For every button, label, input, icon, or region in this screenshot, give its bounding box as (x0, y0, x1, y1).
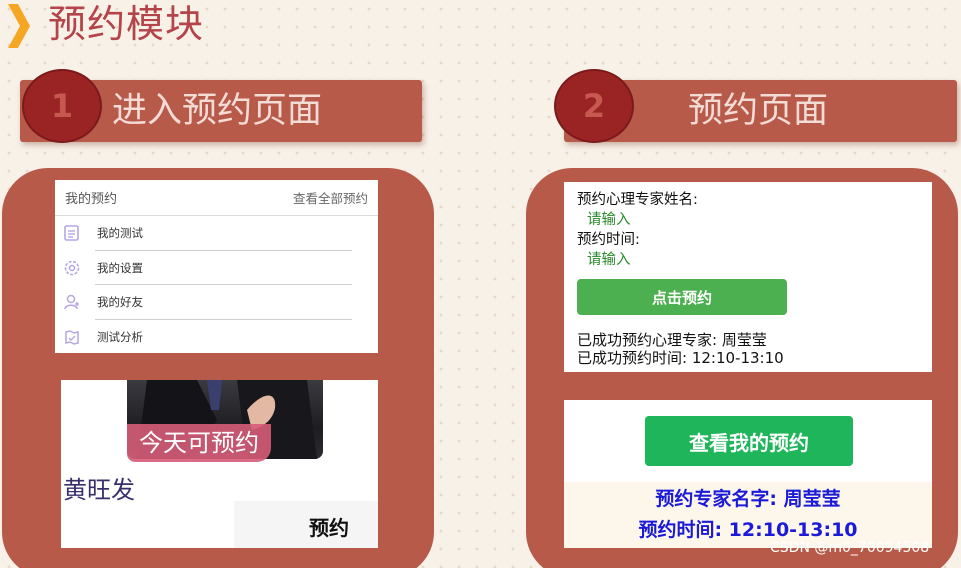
watermark: CSDN @m0_70094508 (770, 540, 930, 556)
step-2-badge: 2 (554, 69, 634, 143)
step-2-label: 预约页面 (688, 91, 829, 131)
page-title: 预约模块 (48, 2, 205, 46)
submit-booking-button[interactable]: 点击预约 (577, 279, 787, 315)
menu-item-label: 我的测试 (97, 226, 143, 241)
view-my-booking-label: 查看我的预约 (689, 430, 809, 455)
booking-time-line: 预约时间: 12:10-13:10 (638, 519, 858, 541)
booking-expert-line: 预约专家名字: 周莹莹 (655, 488, 841, 510)
expert-name-input[interactable]: 请输入 (587, 210, 631, 230)
settings-icon (64, 260, 80, 276)
my-appointments-card: 我的预约 查看全部预约 我的测试 我的设置 我的好友 测试分析 (55, 180, 378, 353)
menu-item-label: 我的设置 (97, 260, 143, 275)
view-my-booking-button[interactable]: 查看我的预约 (645, 416, 853, 466)
my-appointments-header: 我的预约 查看全部预约 (55, 180, 378, 216)
my-appointments-title: 我的预约 (65, 192, 118, 207)
expert-name-label: 预约心理专家姓名: (577, 192, 698, 208)
reserve-label: 预约 (309, 516, 349, 540)
reserve-button[interactable]: 预约 (234, 501, 378, 548)
success-time-text: 已成功预约时间: 12:10-13:10 (577, 349, 784, 367)
doctor-name: 黄旺发 (63, 476, 135, 504)
booking-form-card: 预约心理专家姓名: 请输入 预约时间: 请输入 点击预约 已成功预约心理专家: … (564, 182, 932, 372)
view-all-appointments-link[interactable]: 查看全部预约 (293, 188, 368, 207)
menu-item-my-friends[interactable]: 我的好友 (55, 285, 378, 320)
analysis-icon (65, 329, 79, 345)
success-expert-text: 已成功预约心理专家: 周莹莹 (577, 331, 767, 349)
booking-info-strip: 预约专家名字: 周莹莹 预约时间: 12:10-13:10 (564, 482, 932, 548)
time-input[interactable]: 请输入 (587, 250, 631, 270)
menu-item-my-test[interactable]: 我的测试 (55, 216, 378, 251)
chevron-right-icon (8, 4, 30, 48)
step-1-number: 1 (50, 87, 74, 125)
submit-booking-label: 点击预约 (651, 288, 712, 307)
friends-icon (64, 295, 79, 310)
test-icon (64, 225, 79, 242)
menu-item-label: 我的好友 (97, 295, 143, 310)
menu-item-my-settings[interactable]: 我的设置 (55, 251, 378, 285)
menu-item-label: 测试分析 (97, 329, 143, 344)
available-today-tag: 今天可预约 (127, 424, 271, 462)
step-1-label: 进入预约页面 (112, 91, 323, 131)
my-booking-card: 查看我的预约 预约专家名字: 周莹莹 预约时间: 12:10-13:10 (564, 400, 932, 548)
doctor-card[interactable]: 今天可预约 黄旺发 预约 (61, 380, 378, 548)
step-1-badge: 1 (22, 69, 102, 143)
menu-item-test-analysis[interactable]: 测试分析 (55, 320, 378, 355)
time-label: 预约时间: (577, 232, 640, 248)
step-2-number: 2 (582, 87, 606, 125)
